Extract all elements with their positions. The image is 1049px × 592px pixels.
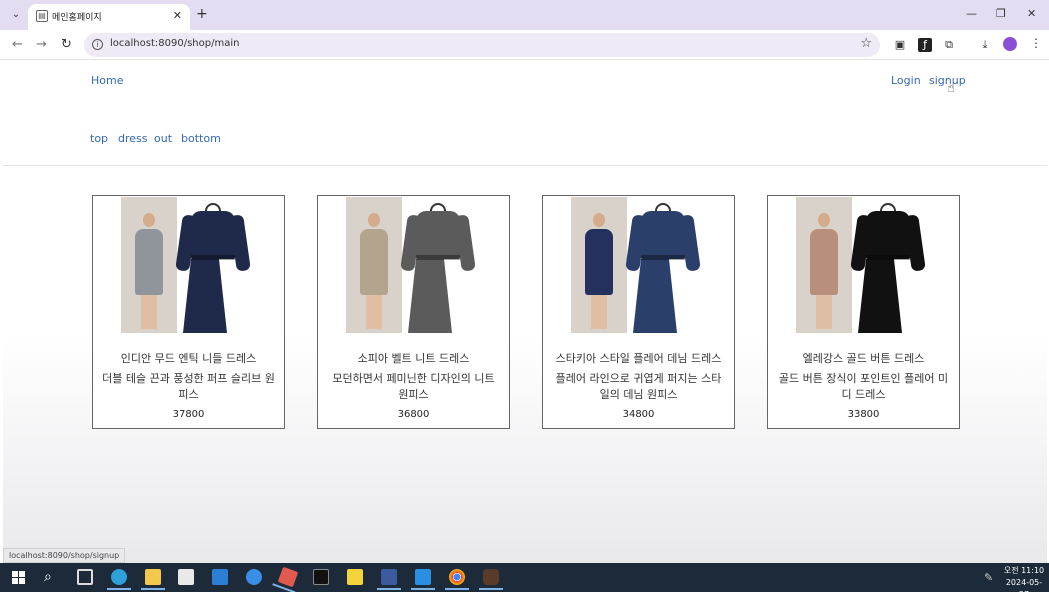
product-description: 더블 테슬 끈과 풍성한 퍼프 슬리브 원피스 (102, 372, 275, 401)
extension-app-icon[interactable]: ƒ (918, 38, 932, 52)
category-link-dress[interactable]: dress (118, 132, 148, 145)
product-name[interactable]: 인디안 무드 엔틱 니들 드레스 (101, 351, 276, 367)
back-icon[interactable]: ← (12, 37, 23, 52)
restore-icon[interactable]: ❐ (996, 7, 1006, 20)
product-image[interactable] (570, 197, 707, 333)
app-icon[interactable] (246, 569, 262, 585)
new-tab-button[interactable]: + (196, 6, 208, 22)
pen-tray-icon[interactable]: ✎ (984, 571, 993, 584)
site-info-icon[interactable]: i (92, 39, 103, 50)
sticky-notes-icon[interactable] (347, 569, 363, 585)
paint-icon[interactable] (277, 566, 299, 588)
bookmark-star-icon[interactable]: ☆ (860, 36, 872, 51)
search-icon[interactable]: ⌕ (44, 569, 60, 585)
product-image[interactable] (795, 197, 932, 333)
product-name[interactable]: 소피아 벨트 니트 드레스 (326, 351, 501, 367)
shop-main-page: Home Login signup top dress out bottom 인… (3, 61, 1047, 563)
profile-avatar[interactable] (1003, 37, 1017, 51)
windows-taskbar: ⌕ (0, 563, 1049, 592)
product-card[interactable]: 인디안 무드 엔틱 니들 드레스 더블 테슬 끈과 풍성한 퍼프 슬리브 원피스… (92, 195, 285, 429)
header-divider (3, 165, 1047, 166)
product-image[interactable] (345, 197, 482, 333)
product-description: 플레어 라인으로 귀엽게 퍼지는 스타일의 데님 원피스 (555, 372, 722, 401)
product-card[interactable]: 소피아 벨트 니트 드레스 모던하면서 페미닌한 디자인의 니트 원피스 368… (317, 195, 510, 429)
product-name[interactable]: 엘레강스 골드 버튼 드레스 (776, 351, 951, 367)
browser-tab[interactable]: ▤ 메인홈페이지 ✕ (28, 4, 190, 30)
category-link-top[interactable]: top (90, 132, 108, 145)
product-name[interactable]: 스타키아 스타일 플레어 데님 드레스 (551, 351, 726, 367)
tomcat-icon[interactable] (479, 569, 503, 590)
product-description: 모던하면서 페미닌한 디자인의 니트 원피스 (332, 372, 495, 401)
product-price: 36800 (397, 409, 430, 420)
ide-icon[interactable] (377, 569, 401, 590)
chrome-icon[interactable] (445, 569, 469, 590)
store-icon[interactable] (178, 569, 194, 585)
windows-start-icon[interactable] (12, 571, 25, 584)
reload-icon[interactable]: ↻ (61, 37, 72, 52)
window-close-icon[interactable]: ✕ (1027, 7, 1036, 20)
clock-time: 오전 11:10 (1003, 566, 1045, 575)
taskbar-clock[interactable]: 오전 11:10 2024-05-27 (1001, 565, 1047, 592)
product-price: 33800 (847, 409, 880, 420)
clock-date: 2024-05-27 (1005, 578, 1043, 592)
download-icon[interactable]: ⤓ (978, 38, 992, 52)
tab-title: 메인홈페이지 (52, 13, 102, 23)
home-link[interactable]: Home (91, 74, 123, 87)
minimize-icon[interactable]: — (966, 7, 977, 20)
terminal-icon[interactable] (313, 569, 329, 585)
category-link-out[interactable]: out (154, 132, 172, 145)
product-price: 37800 (172, 409, 205, 420)
page-favicon-icon: ▤ (36, 10, 48, 22)
browser-toolbar: ← → ↻ i localhost:8090/shop/main ☆ ▣ ƒ ⧉… (0, 30, 1049, 60)
edge-browser-icon[interactable] (107, 569, 131, 590)
product-card[interactable]: 스타키아 스타일 플레어 데님 드레스 플레어 라인으로 귀엽게 퍼지는 스타일… (542, 195, 735, 429)
product-price: 34800 (622, 409, 655, 420)
browser-menu-icon[interactable]: ⋮ (1030, 36, 1042, 50)
product-image[interactable] (120, 197, 257, 333)
product-card[interactable]: 엘레강스 골드 버튼 드레스 골드 버튼 장식이 포인트인 플레어 미디 드레스… (767, 195, 960, 429)
product-description: 골드 버튼 장식이 포인트인 플레어 미디 드레스 (778, 372, 949, 401)
tab-search-chevron-icon[interactable]: ⌄ (6, 6, 26, 24)
category-link-bottom[interactable]: bottom (181, 132, 221, 145)
file-explorer-icon[interactable] (141, 569, 165, 590)
mouse-cursor-icon: ☝ (947, 81, 955, 96)
login-link[interactable]: Login (891, 74, 921, 87)
mail-icon[interactable] (212, 569, 228, 585)
extensions-puzzle-icon[interactable]: ⧉ (942, 38, 956, 52)
link-status-bubble: localhost:8090/shop/signup (3, 548, 126, 563)
forward-icon[interactable]: → (36, 37, 47, 52)
browser-tabstrip: ⌄ ▤ 메인홈페이지 ✕ + — ❐ ✕ (0, 0, 1049, 30)
tab-close-icon[interactable]: ✕ (173, 9, 182, 22)
vscode-icon[interactable] (411, 569, 435, 590)
media-icon[interactable]: ▣ (893, 38, 907, 52)
url-text[interactable]: localhost:8090/shop/main (110, 38, 239, 49)
task-view-icon[interactable] (77, 569, 93, 585)
address-bar[interactable]: i localhost:8090/shop/main ☆ (84, 33, 880, 57)
